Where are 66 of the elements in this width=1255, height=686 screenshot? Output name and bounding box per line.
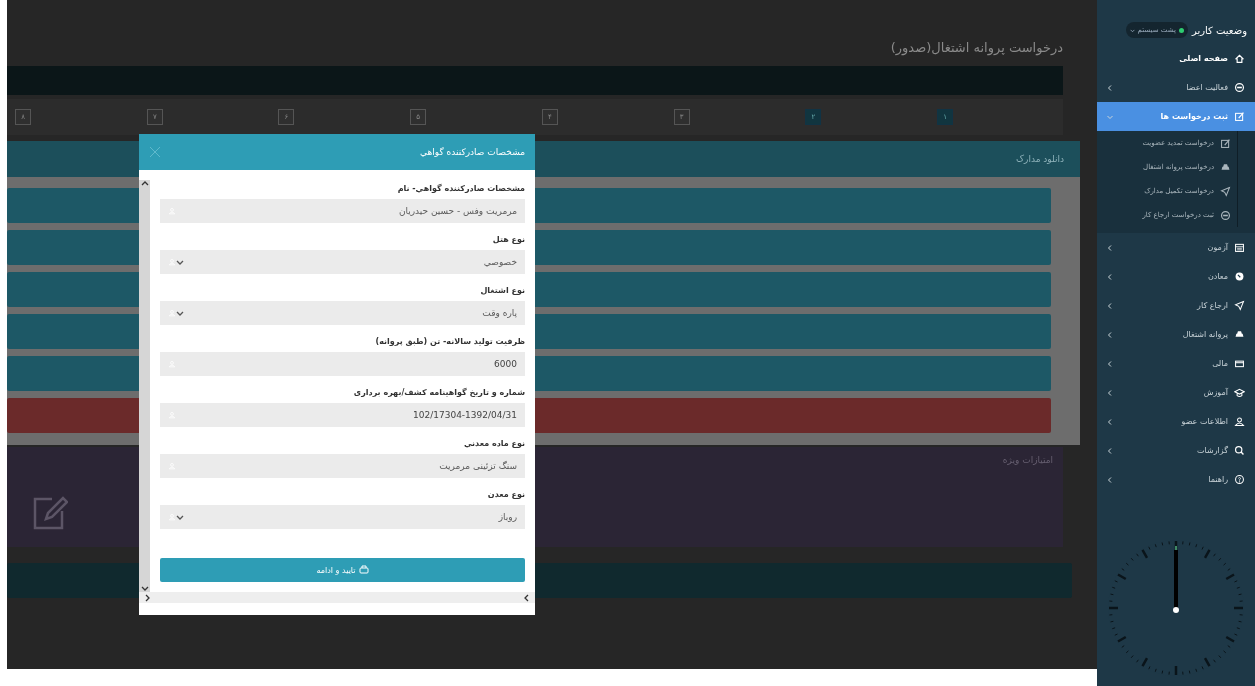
calendar-icon — [1234, 242, 1245, 253]
select-field[interactable]: خصوصي — [160, 250, 525, 274]
select-field[interactable]: پاره وقت — [160, 301, 525, 325]
panel-title: دانلود مدارک — [1016, 154, 1064, 164]
field-label: مشخصات صادرکننده گواهي- نام — [396, 184, 525, 194]
chevron-icon — [1107, 389, 1113, 396]
field-label: نوع اشتغال — [479, 286, 525, 296]
menu-item[interactable]: آموزش — [1097, 378, 1255, 407]
chevron-icon — [1107, 273, 1113, 280]
field-label: نوع معدن — [486, 490, 525, 500]
edit-icon — [32, 495, 68, 531]
page-title: درخواست پروانه اشتغال(صدور) — [889, 39, 1064, 58]
menu-item[interactable]: راهنما — [1097, 465, 1255, 494]
scroll-down-icon[interactable] — [140, 584, 149, 592]
menu-item[interactable]: پروانه اشتغال — [1097, 320, 1255, 349]
paper-plane-icon — [1234, 300, 1245, 311]
scroll-up-icon[interactable] — [140, 180, 149, 188]
user-icon — [168, 309, 176, 317]
user-icon — [168, 513, 176, 521]
sidebar-title: وضعیت کاربر — [1191, 24, 1247, 36]
menu-item[interactable]: فعالیت اعضا — [1097, 73, 1255, 102]
user-icon — [1234, 416, 1245, 427]
select-field[interactable]: روباز — [160, 505, 525, 529]
field-label: شماره و تاریخ گواهینامه کشف/بهره برداری — [352, 388, 525, 398]
chevron-icon — [1107, 360, 1113, 367]
home-icon — [1234, 53, 1245, 64]
help-icon — [1234, 474, 1245, 485]
chevron-icon — [1107, 244, 1113, 251]
paper-plane-icon — [1220, 185, 1231, 197]
user-icon — [168, 258, 176, 266]
caret-icon — [176, 309, 184, 317]
caret-icon — [1129, 27, 1135, 33]
chevron-icon — [1107, 476, 1113, 483]
input-field[interactable]: 102/17304-1392/04/31 — [160, 403, 525, 427]
graduation-cap-icon — [1234, 387, 1245, 398]
printer-icon — [358, 565, 369, 575]
edit-icon — [1220, 137, 1231, 149]
chevron-icon — [1107, 447, 1113, 454]
field-label: نوع هتل — [491, 235, 525, 245]
card-icon — [1234, 358, 1245, 369]
chevron-icon — [1107, 84, 1113, 91]
chevron-icon — [1107, 331, 1113, 338]
scroll-left-icon[interactable] — [523, 593, 531, 602]
field-label: ظرفیت تولید سالانه- تن (طبق پروانه) — [374, 337, 525, 347]
menu-item[interactable]: اطلاعات عضو — [1097, 407, 1255, 436]
menu-item[interactable]: گزارشات — [1097, 436, 1255, 465]
menu-item[interactable]: ارجاع کار — [1097, 291, 1255, 320]
caret-icon — [176, 258, 184, 266]
caret-icon — [176, 513, 184, 521]
chevron-icon — [1107, 302, 1113, 309]
input-field[interactable]: سنگ تزئینی مرمریت — [160, 454, 525, 478]
edit-icon — [1234, 111, 1245, 122]
menu-item[interactable]: آزمون — [1097, 233, 1255, 262]
search-icon — [1234, 445, 1245, 456]
scroll-right-icon[interactable] — [143, 593, 151, 602]
dialog-title: مشخصات صادرکننده گواهي — [420, 147, 525, 157]
menu-item[interactable]: مالی — [1097, 349, 1255, 378]
scrollbar[interactable] — [139, 592, 535, 603]
chevron-icon — [1107, 113, 1113, 120]
menu-item[interactable]: صفحه اصلی — [1097, 44, 1255, 73]
input-field[interactable]: 6000 — [160, 352, 525, 376]
input-field[interactable]: مرمریت وفس - حسین حیدریان — [160, 199, 525, 223]
chevron-icon — [1107, 418, 1113, 425]
menu-item[interactable]: معادن — [1097, 262, 1255, 291]
scrollbar[interactable] — [139, 180, 150, 592]
field-label: نوع ماده معدني — [462, 439, 525, 449]
